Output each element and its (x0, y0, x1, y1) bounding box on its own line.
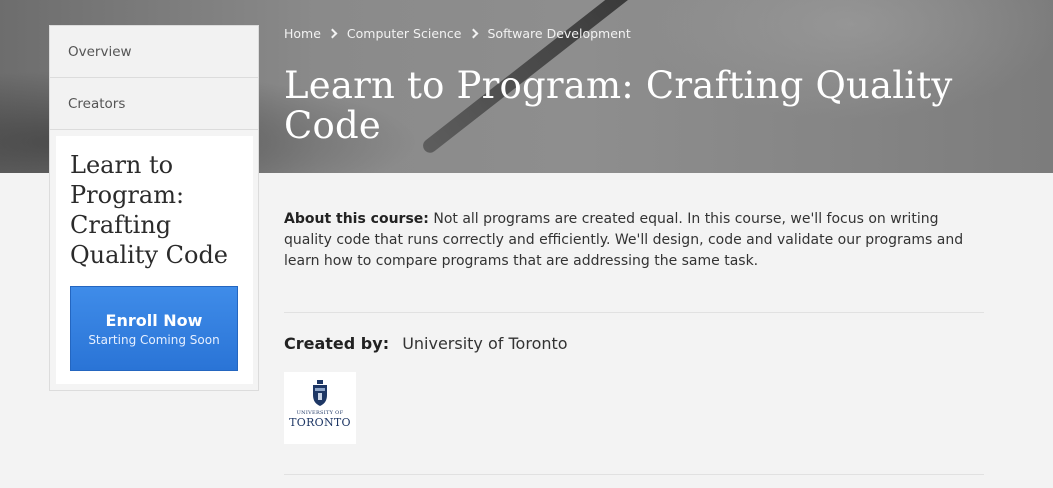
breadcrumb: Home Computer Science Software Developme… (284, 26, 631, 41)
logo-text-toronto: TORONTO (289, 416, 351, 429)
chevron-right-icon (327, 28, 338, 39)
creator-name[interactable]: University of Toronto (402, 334, 567, 353)
breadcrumb-home[interactable]: Home (284, 26, 321, 41)
sidebar-item-creators[interactable]: Creators (50, 78, 258, 130)
sidebar: Overview Creators Learn to Program: Craf… (49, 25, 259, 391)
created-by-label: Created by: (284, 334, 390, 353)
enroll-button-label: Enroll Now (105, 311, 203, 330)
about-label: About this course: (284, 211, 429, 227)
enroll-button-sublabel: Starting Coming Soon (88, 333, 220, 347)
breadcrumb-computer-science[interactable]: Computer Science (347, 26, 462, 41)
divider (284, 474, 984, 475)
page-title: Learn to Program: Crafting Quality Code (284, 64, 953, 147)
breadcrumb-software-development[interactable]: Software Development (488, 26, 631, 41)
chevron-right-icon (468, 28, 478, 39)
divider (284, 312, 984, 313)
university-logo[interactable]: UNIVERSITY OF TORONTO (284, 372, 356, 444)
crest-icon (313, 380, 327, 406)
created-by: Created by: University of Toronto (284, 334, 568, 353)
card-course-title: Learn to Program: Crafting Quality Code (70, 151, 229, 269)
sidebar-item-overview[interactable]: Overview (50, 26, 258, 78)
enroll-now-button[interactable]: Enroll Now Starting Coming Soon (70, 286, 238, 371)
about-course: About this course: Not all programs are … (284, 209, 989, 272)
enroll-card: Learn to Program: Crafting Quality Code … (56, 136, 253, 384)
